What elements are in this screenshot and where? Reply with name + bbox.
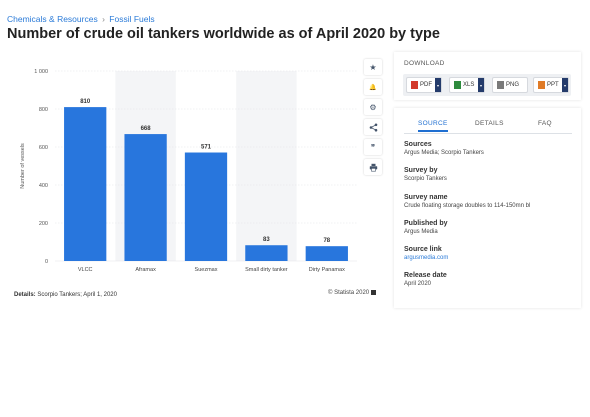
source-link-field: Source link argusmedia.com — [404, 246, 448, 261]
survey-by-value: Scorpio Tankers — [404, 176, 447, 182]
ppt-dropdown-icon[interactable]: ▾ — [562, 78, 568, 92]
bell-icon[interactable]: 🔔 — [364, 79, 382, 95]
release-date-label: Release date — [404, 272, 447, 279]
bell-glyph: 🔔 — [369, 84, 377, 91]
tab-faq[interactable]: FAQ — [538, 120, 552, 127]
pdf-dropdown-icon[interactable]: ▾ — [435, 78, 441, 92]
download-ppt-button[interactable]: PPT ▾ — [533, 77, 569, 93]
pdf-file-icon — [411, 81, 418, 89]
copyright: © Statista 2020 — [328, 290, 377, 296]
flag-icon[interactable] — [371, 290, 377, 295]
xls-label: XLS — [463, 82, 475, 88]
download-xls-button[interactable]: XLS ▾ — [449, 77, 485, 93]
star-icon[interactable]: ★ — [364, 59, 382, 75]
copyright-text[interactable]: © Statista 2020 — [328, 290, 369, 296]
bar — [64, 107, 107, 261]
quote-glyph: ❞ — [370, 142, 376, 152]
x-tick-label: Dirty Panamax — [309, 267, 345, 273]
png-file-icon — [497, 81, 504, 89]
info-tabs: SOURCE DETAILS FAQ — [404, 120, 572, 134]
gear-glyph: ⚙ — [369, 102, 377, 112]
png-label: PNG — [506, 82, 520, 88]
download-title: DOWNLOAD — [404, 60, 445, 67]
tab-details[interactable]: DETAILS — [475, 120, 504, 127]
release-date-field: Release date April 2020 — [404, 272, 447, 287]
published-by-label: Published by — [404, 220, 448, 227]
quote-icon[interactable]: ❞ — [364, 139, 382, 155]
x-tick-label: Suezmax — [195, 267, 218, 273]
bar — [305, 246, 348, 261]
tab-source[interactable]: SOURCE — [418, 120, 448, 132]
source-link-label: Source link — [404, 246, 442, 253]
gear-icon[interactable]: ⚙ — [364, 99, 382, 115]
survey-name-field: Survey name Crude floating storage doubl… — [404, 194, 530, 209]
statistic-page: Chemicals & Resources › Fossil Fuels Num… — [0, 0, 590, 417]
bar — [124, 134, 167, 261]
breadcrumb: Chemicals & Resources › Fossil Fuels — [7, 14, 155, 24]
published-by-value: Argus Media — [404, 229, 438, 235]
x-tick-label: Small dirty tanker — [245, 267, 288, 273]
y-tick-label: 600 — [39, 145, 48, 151]
download-pdf-button[interactable]: PDF ▾ — [406, 77, 442, 93]
print-graphic — [369, 163, 377, 172]
breadcrumb-current-link[interactable]: Fossil Fuels — [109, 14, 154, 24]
x-tick-label: Aframax — [135, 267, 156, 273]
chart-details: Details: Scorpio Tankers; April 1, 2020 — [14, 292, 117, 298]
xls-file-icon — [454, 81, 461, 89]
sources-value: Argus Media; Scorpio Tankers — [404, 150, 484, 156]
survey-name-label: Survey name — [404, 194, 448, 201]
data-label: 810 — [80, 99, 91, 105]
download-png-button[interactable]: PNG — [492, 77, 528, 93]
y-tick-label: 400 — [39, 183, 48, 189]
release-date-value: April 2020 — [404, 281, 432, 287]
page-title: Number of crude oil tankers worldwide as… — [7, 26, 440, 42]
sources-field: Sources Argus Media; Scorpio Tankers — [404, 141, 484, 156]
share-graphic — [369, 123, 377, 131]
y-axis-label: Number of vessels — [20, 143, 26, 189]
sources-label: Sources — [404, 141, 432, 148]
xls-dropdown-icon[interactable]: ▾ — [478, 78, 484, 92]
ppt-file-icon — [538, 81, 545, 89]
details-label: Details: — [14, 292, 36, 298]
chart-panel: 0 200 400 600 800 1 000 Number of vessels 810 VL… — [0, 52, 388, 307]
y-tick-label: 800 — [39, 107, 48, 113]
pdf-label: PDF — [420, 82, 432, 88]
bar-chart: 0 200 400 600 800 1 000 Number of vessels 810 VL… — [20, 69, 357, 273]
star-glyph: ★ — [369, 62, 377, 72]
bar — [245, 245, 288, 261]
data-label: 83 — [263, 237, 270, 243]
survey-by-field: Survey by Scorpio Tankers — [404, 167, 447, 182]
data-label: 78 — [323, 238, 330, 244]
share-icon[interactable] — [364, 119, 382, 135]
survey-by-label: Survey by — [404, 167, 438, 174]
print-icon[interactable] — [364, 159, 382, 175]
download-buttons: PDF ▾ XLS ▾ PNG PPT ▾ — [403, 74, 571, 96]
chart-band — [236, 71, 297, 261]
y-tick-label: 0 — [45, 259, 48, 265]
bar — [184, 152, 228, 261]
data-label: 571 — [201, 145, 212, 151]
source-link-value[interactable]: argusmedia.com — [404, 255, 448, 261]
breadcrumb-separator: › — [102, 14, 105, 24]
download-card: DOWNLOAD PDF ▾ XLS ▾ PNG PPT ▾ — [394, 52, 581, 100]
published-by-field: Published by Argus Media — [404, 220, 448, 235]
chart-toolbar: ★ 🔔 ⚙ ❞ — [364, 59, 382, 179]
y-tick-label: 200 — [39, 221, 48, 227]
source-info-card: SOURCE DETAILS FAQ Sources Argus Media; … — [394, 108, 581, 308]
data-label: 668 — [141, 126, 152, 132]
details-text: Scorpio Tankers; April 1, 2020 — [37, 292, 117, 298]
y-tick-label: 1 000 — [34, 69, 48, 75]
x-tick-label: VLCC — [78, 267, 93, 273]
survey-name-value: Crude floating storage doubles to 114-15… — [404, 203, 531, 209]
breadcrumb-parent-link[interactable]: Chemicals & Resources — [7, 14, 98, 24]
ppt-label: PPT — [547, 82, 559, 88]
